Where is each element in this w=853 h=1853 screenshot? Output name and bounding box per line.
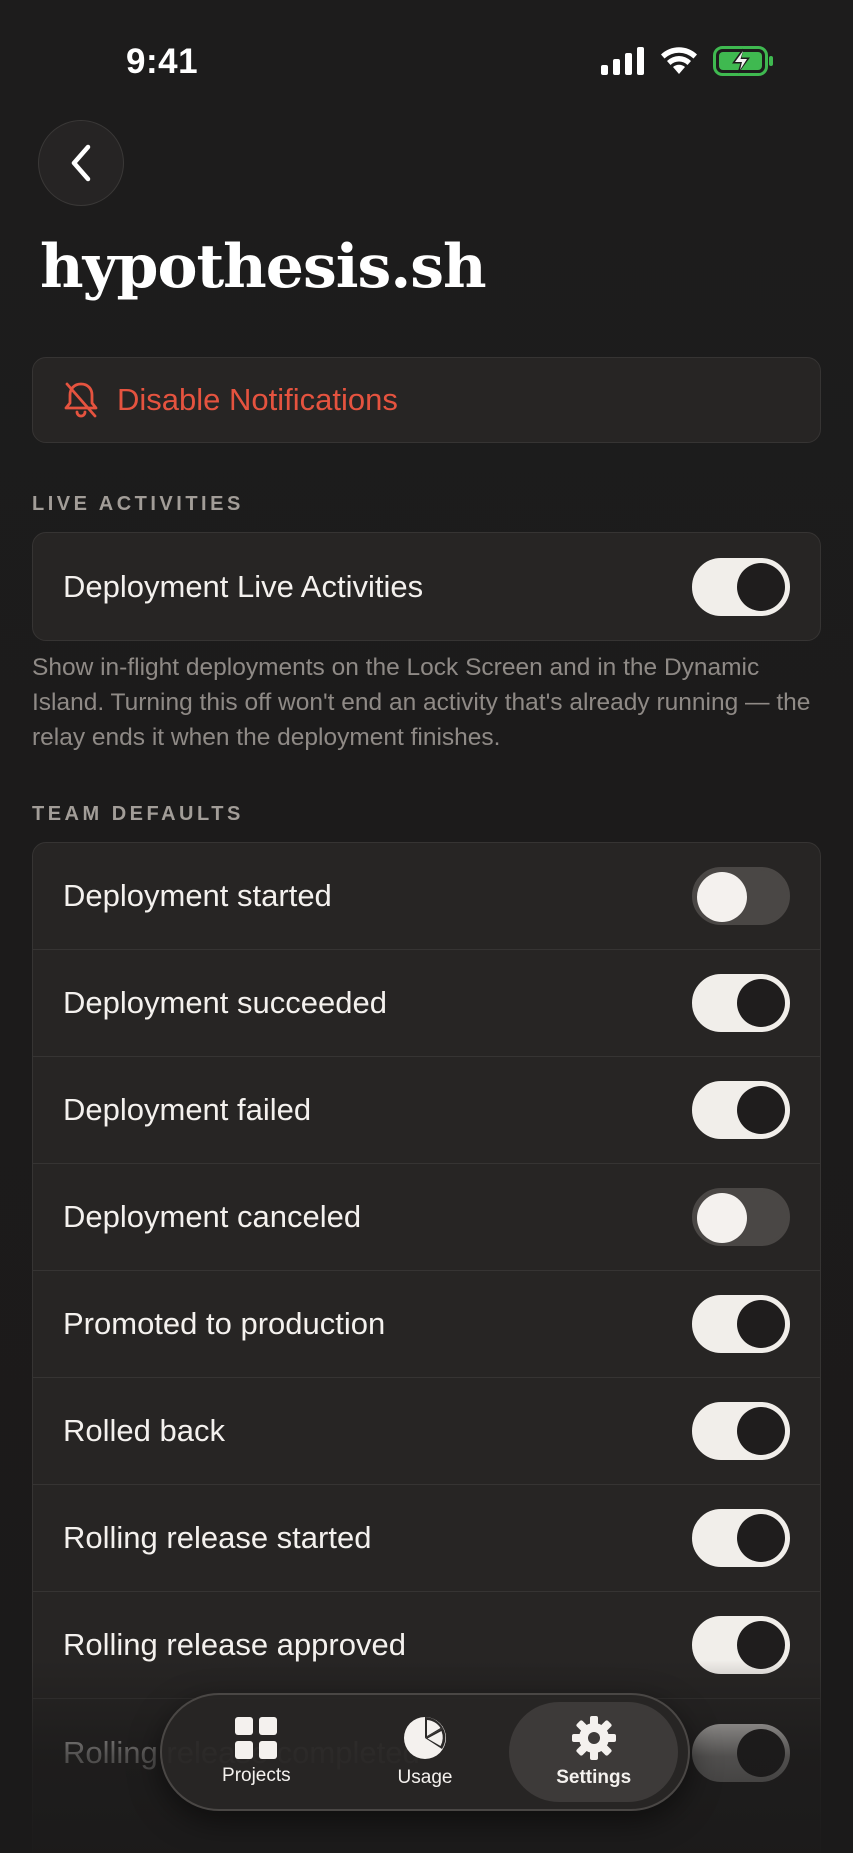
rolling-release-approved-toggle[interactable] [692,1616,790,1674]
deployment-canceled-toggle[interactable] [692,1188,790,1246]
settings-screen: 9:41 hypothesis.sh Disable Notifications… [0,0,853,1853]
gear-icon [571,1716,616,1760]
settings-row-deployment-failed: Deployment failed [33,1057,820,1164]
row-label: Rolling release started [63,1520,372,1555]
row-label: Rolling release approved [63,1627,406,1662]
deployment-started-toggle[interactable] [692,867,790,925]
row-label: Deployment canceled [63,1199,362,1234]
deployment-live-activities-toggle[interactable] [692,557,790,616]
tab-bar: Projects Usage Settings [160,1693,690,1811]
row-label: Deployment failed [63,1092,312,1127]
deployment-succeeded-toggle[interactable] [692,974,790,1032]
cellular-signal-icon [601,47,644,75]
settings-row-deployment-succeeded: Deployment succeeded [33,950,820,1057]
tab-label: Projects [222,1765,291,1786]
back-button[interactable] [38,120,124,206]
chevron-left-icon [71,144,91,182]
tab-projects[interactable]: Projects [172,1702,341,1802]
settings-row-deployment-live-activities: Deployment Live Activities [33,533,820,640]
live-activities-footnote: Show in-flight deployments on the Lock S… [32,654,811,751]
row-label: Deployment succeeded [63,985,387,1020]
battery-charging-icon [713,46,773,76]
rolled-back-toggle[interactable] [692,1402,790,1460]
tab-settings[interactable]: Settings [509,1702,679,1802]
settings-row-rolled-back: Rolled back [33,1378,820,1485]
disable-notifications-button[interactable]: Disable Notifications [32,357,821,443]
row-label: Rolled back [63,1413,225,1448]
page-title: hypothesis.sh [40,232,487,302]
settings-row-promoted-to-production: Promoted to production [33,1271,820,1378]
grid-icon [235,1717,278,1759]
disable-notifications-label: Disable Notifications [117,382,398,417]
row-label: Deployment Live Activities [63,568,424,604]
row-label: Promoted to production [63,1306,386,1341]
rolling-release-started-toggle[interactable] [692,1509,790,1567]
promoted-to-production-toggle[interactable] [692,1295,790,1353]
section-header-team-defaults: TEAM DEFAULTS [32,803,244,825]
settings-row-deployment-started: Deployment started [33,843,820,950]
status-time: 9:41 [126,42,199,81]
live-activities-card: Deployment Live Activities [32,532,821,641]
pie-chart-icon [404,1717,446,1759]
settings-row-rolling-release-approved: Rolling release approved [33,1592,820,1699]
rolling-release-completed-toggle[interactable] [692,1723,790,1782]
wifi-icon [661,47,697,74]
section-header-live-activities: LIVE ACTIVITIES [32,493,244,515]
tab-label: Usage [397,1767,453,1788]
row-label: Deployment started [63,878,332,913]
tab-label: Settings [556,1767,632,1788]
settings-row-rolling-release-started: Rolling release started [33,1485,820,1592]
tab-usage[interactable]: Usage [341,1702,510,1802]
bell-slash-icon [64,382,98,418]
status-bar: 9:41 [0,0,853,120]
deployment-failed-toggle[interactable] [692,1081,790,1139]
status-icons [601,46,775,76]
settings-row-deployment-canceled: Deployment canceled [33,1164,820,1271]
